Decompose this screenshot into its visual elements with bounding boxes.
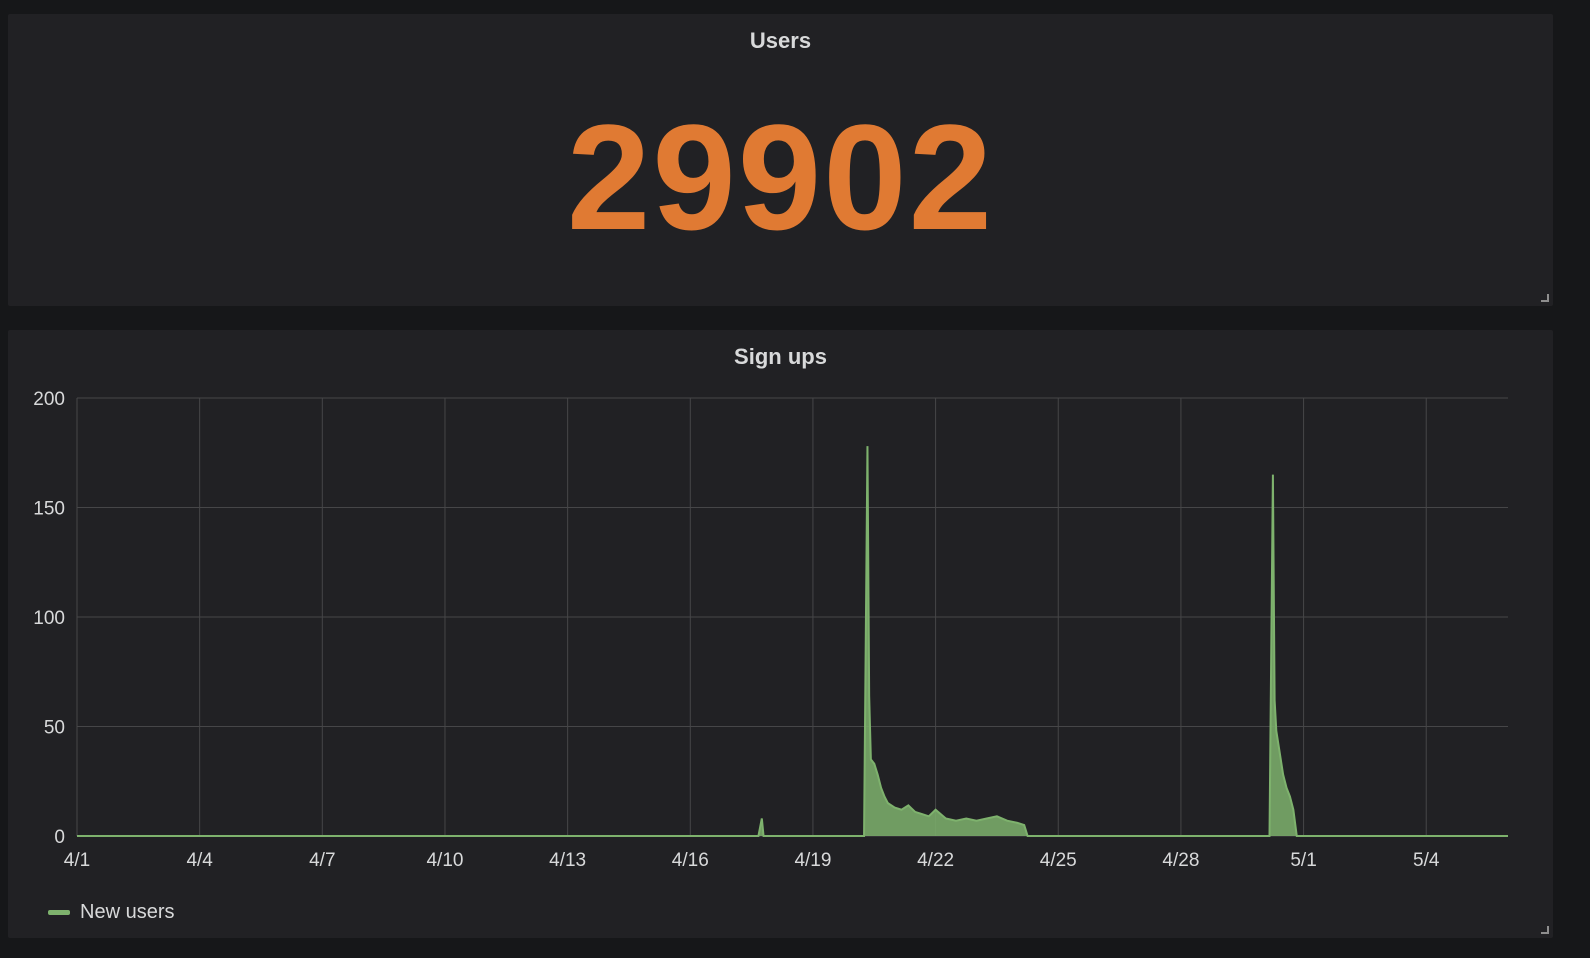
x-tick-label-4-25: 4/25	[1040, 850, 1077, 871]
legend-label-new-users[interactable]: New users	[80, 901, 174, 924]
x-tick-label-4-16: 4/16	[672, 850, 709, 871]
y-tick-label-50: 50	[44, 718, 65, 739]
x-tick-label-4-7: 4/7	[309, 850, 335, 871]
x-tick-label-4-4: 4/4	[186, 850, 213, 871]
x-tick-label-5-1: 5/1	[1290, 850, 1316, 871]
signups-chart: 0 50 100 150 200 4/1 4/4 4/7 4/10 4/13 4/16 4/19 4/2…	[33, 389, 1509, 871]
resize-handle-icon[interactable]	[1541, 926, 1549, 934]
y-tick-label-150: 150	[33, 499, 65, 520]
y-tick-label-0: 0	[54, 827, 65, 848]
y-tick-label-200: 200	[33, 389, 65, 410]
resize-handle-icon[interactable]	[1541, 294, 1549, 302]
panel-title-signups[interactable]: Sign ups	[8, 344, 1553, 370]
users-count-value: 29902	[566, 93, 995, 261]
x-tick-label-4-10: 4/10	[426, 850, 463, 871]
x-tick-label-4-13: 4/13	[549, 850, 586, 871]
x-tick-label-4-1: 4/1	[64, 850, 90, 871]
y-tick-label-100: 100	[33, 608, 65, 629]
x-tick-label-4-22: 4/22	[917, 850, 954, 871]
signups-graph-panel: 0 50 100 150 200 4/1 4/4 4/7 4/10 4/13 4/16 4/19 4/2…	[8, 330, 1553, 938]
x-tick-label-4-28: 4/28	[1162, 850, 1199, 871]
series-area-0	[77, 446, 1508, 836]
legend-color-swatch	[48, 910, 70, 915]
panel-title-users[interactable]: Users	[8, 28, 1553, 54]
series-line-0	[77, 446, 1508, 837]
x-tick-label-4-19: 4/19	[794, 850, 831, 871]
chart-legend: New users	[48, 901, 174, 924]
users-stat-panel: Users 29902	[8, 14, 1553, 306]
x-tick-label-5-4: 5/4	[1413, 850, 1440, 871]
